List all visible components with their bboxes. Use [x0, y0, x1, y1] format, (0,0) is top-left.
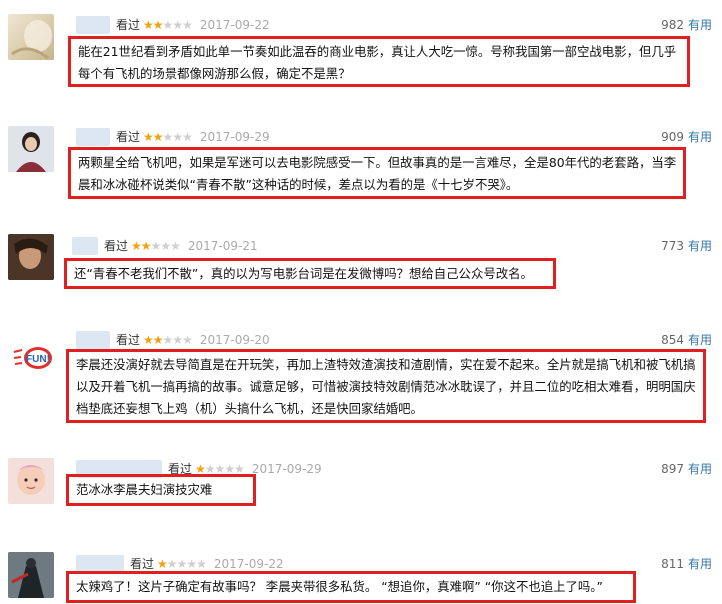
star-filled-icon: ★ [152, 130, 164, 144]
star-filled-icon: ★ [157, 557, 168, 571]
star-empty-icon: ★ [182, 18, 193, 32]
comment-date: 2017-09-29 [199, 130, 270, 144]
username-blurred[interactable] [76, 331, 110, 349]
avatar-image [11, 20, 52, 60]
comment-text: 能在21世纪看到矛盾如此单一节奏如此温吞的商业电影，真让人大吃一惊。号称我国第一… [68, 36, 690, 87]
star-filled-icon: ★ [140, 239, 152, 253]
useful-button[interactable]: 有用 [688, 16, 712, 34]
username-blurred[interactable] [72, 237, 98, 255]
star-empty-icon: ★ [172, 130, 183, 144]
star-filled-icon: ★ [143, 130, 154, 144]
rating-stars: ★★★★★ [131, 237, 181, 255]
comment-text: 还“青春不老我们不散”，真的以为写电影台词是在发微博吗？想给自己公众号改名。 [64, 258, 556, 289]
comment-meta: 看过 ★★★★★ 2017-09-20 [116, 331, 270, 349]
user-avatar[interactable] [8, 234, 54, 280]
seen-label: 看过 [130, 557, 155, 571]
star-empty-icon: ★ [162, 333, 174, 347]
avatar-image [8, 126, 54, 172]
star-empty-icon: ★ [182, 333, 193, 347]
seen-label: 看过 [116, 130, 141, 144]
avatar-image [8, 552, 54, 598]
star-empty-icon: ★ [196, 557, 207, 571]
comment-meta: 看过 ★★★★★ 2017-09-29 [116, 128, 270, 146]
comment-item: 看过 ★★★★★ 2017-09-22 811 有用 太辣鸡了！这片子确定有故事吗？… [0, 546, 722, 604]
useful-button[interactable]: 有用 [688, 237, 712, 255]
star-empty-icon: ★ [176, 557, 188, 571]
rating-stars: ★★★★★ [143, 128, 193, 146]
star-empty-icon: ★ [172, 333, 183, 347]
vote-count: 773 [661, 239, 684, 253]
fun-logo-text: FUN! [26, 354, 50, 365]
useful-button[interactable]: 有用 [688, 128, 712, 146]
useful-button[interactable]: 有用 [688, 460, 712, 478]
comment-item: 看过 ★★★★★ 2017-09-29 909 有用 两颗星全给飞机吧，如果是军迷可… [0, 120, 722, 210]
vote-count: 982 [661, 18, 684, 32]
comment-text: 范冰冰李晨夫妇演技灾难 [66, 474, 256, 506]
star-empty-icon: ★ [172, 18, 183, 32]
star-filled-icon: ★ [152, 18, 164, 32]
comment-text: 两颗星全给飞机吧，如果是军迷可以去电影院感受一下。但故事真的是一言难尽，全是80… [68, 147, 686, 199]
comment-date: 2017-09-29 [251, 462, 322, 476]
seen-label: 看过 [116, 333, 141, 347]
avatar-image [8, 234, 54, 280]
star-empty-icon: ★ [182, 130, 193, 144]
star-empty-icon: ★ [150, 239, 162, 253]
username-blurred[interactable] [76, 128, 110, 146]
star-empty-icon: ★ [160, 239, 171, 253]
star-filled-icon: ★ [131, 239, 142, 253]
vote-count: 897 [661, 462, 684, 476]
user-avatar[interactable] [8, 458, 54, 504]
user-avatar[interactable] [8, 126, 54, 172]
star-filled-icon: ★ [143, 18, 154, 32]
avatar-image [8, 458, 54, 504]
fun-logo-icon: FUN! [13, 347, 52, 369]
comment-date: 2017-09-22 [213, 557, 284, 571]
vote-count: 854 [661, 333, 684, 347]
star-empty-icon: ★ [166, 557, 178, 571]
username-blurred[interactable] [76, 16, 110, 34]
comment-item: FUN! 看过 ★★★★★ 2017-09-20 854 有用 李晨还没演好就去导简… [0, 322, 722, 428]
comment-item: 看过 ★★★★★ 2017-09-29 897 有用 范冰冰李晨夫妇演技灾难 [0, 450, 722, 516]
seen-label: 看过 [116, 18, 141, 32]
star-empty-icon: ★ [186, 557, 197, 571]
star-empty-icon: ★ [162, 130, 174, 144]
comment-text: 太辣鸡了！这片子确定有故事吗？ 李晨夹带很多私货。 “想追你，真难啊” “你这不… [66, 571, 636, 603]
comment-meta: 看过 ★★★★★ 2017-09-22 [116, 16, 270, 34]
star-empty-icon: ★ [170, 239, 181, 253]
star-filled-icon: ★ [152, 333, 164, 347]
useful-button[interactable]: 有用 [688, 331, 712, 349]
user-avatar[interactable] [8, 552, 54, 598]
star-filled-icon: ★ [143, 333, 154, 347]
vote-count: 909 [661, 130, 684, 144]
comment-date: 2017-09-20 [199, 333, 270, 347]
rating-stars: ★★★★★ [143, 16, 193, 34]
comment-date: 2017-09-22 [199, 18, 270, 32]
comment-meta: 看过 ★★★★★ 2017-09-21 [104, 237, 258, 255]
seen-label: 看过 [104, 239, 129, 253]
comment-item: 看过 ★★★★★ 2017-09-21 773 有用 还“青春不老我们不散”，真的以… [0, 228, 722, 298]
rating-stars: ★★★★★ [143, 331, 193, 349]
user-avatar[interactable] [8, 14, 54, 60]
vote-count: 811 [661, 557, 684, 571]
user-avatar[interactable]: FUN! [12, 344, 54, 374]
star-empty-icon: ★ [162, 18, 174, 32]
useful-button[interactable]: 有用 [688, 555, 712, 573]
comment-text: 李晨还没演好就去导简直是在开玩笑，再加上渣特效渣演技和渣剧情，实在爱不起来。全片… [66, 349, 706, 423]
comment-item: 看过 ★★★★★ 2017-09-22 982 有用 能在21世纪看到矛盾如此单一节… [0, 0, 722, 100]
comment-date: 2017-09-21 [187, 239, 258, 253]
